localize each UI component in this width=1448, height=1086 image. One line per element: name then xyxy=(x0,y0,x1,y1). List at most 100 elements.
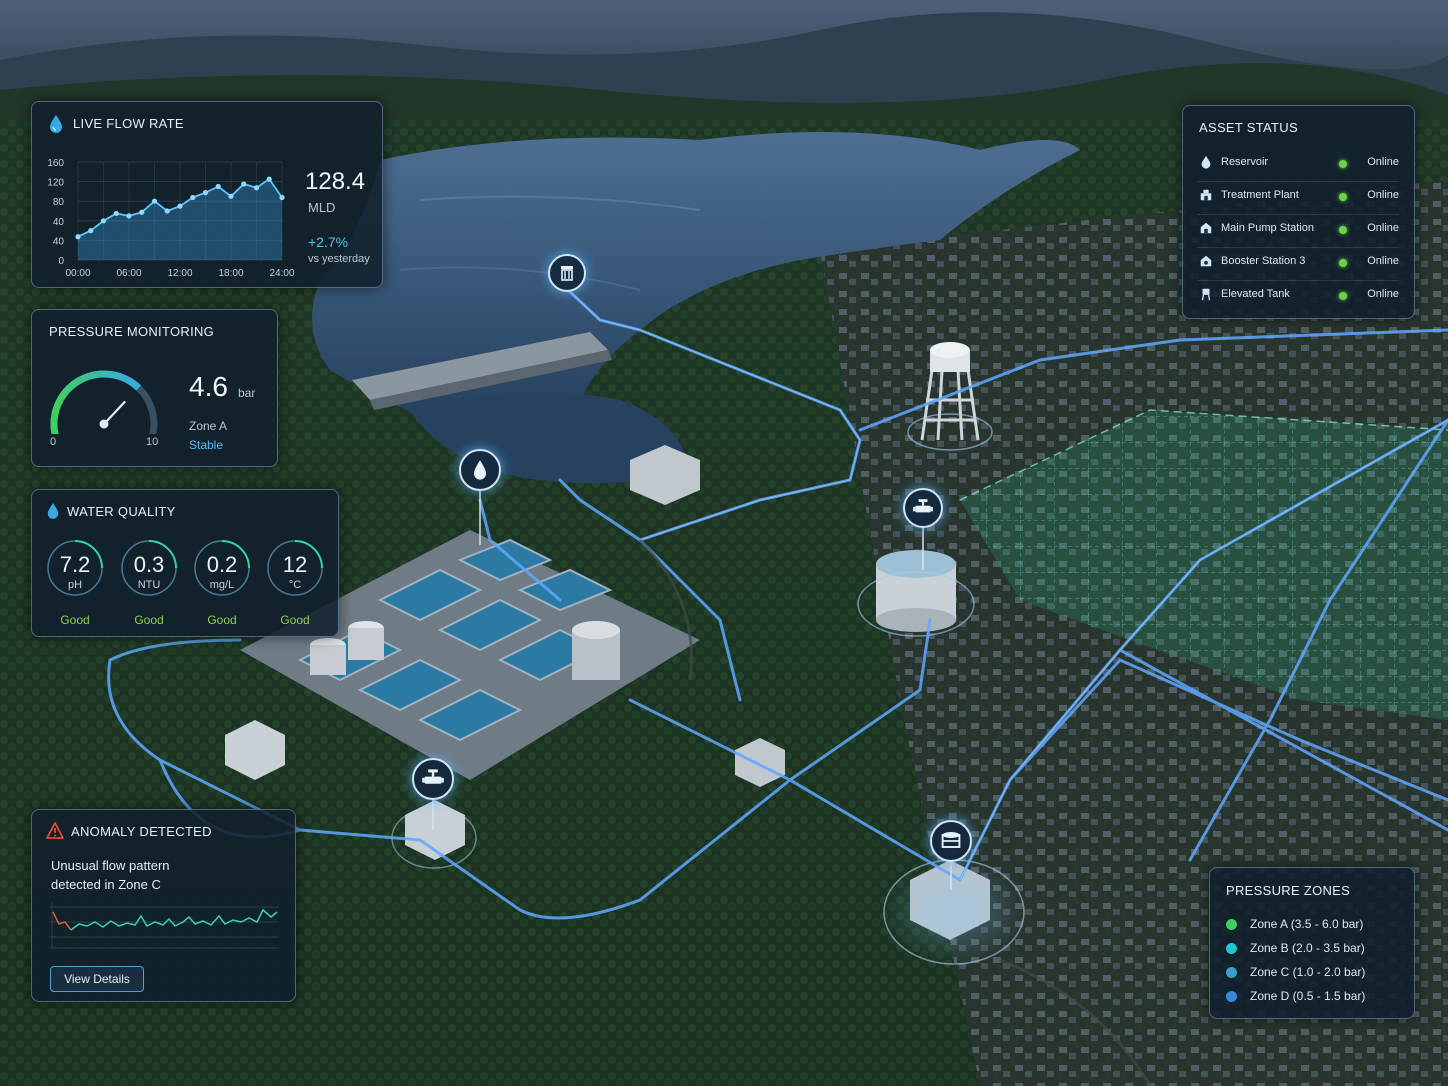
plant-icon xyxy=(1200,189,1212,201)
asset-status: Online xyxy=(1367,189,1399,201)
asset-status-panel: ASSET STATUS Reservoir Online Treatment … xyxy=(1182,105,1415,319)
gauge-min-label: 0 xyxy=(50,436,57,448)
online-indicator xyxy=(1339,226,1347,234)
y-tick-label: 0 xyxy=(58,256,64,267)
metric-unit: mg/L xyxy=(209,579,235,591)
online-indicator xyxy=(1339,292,1347,300)
view-details-button[interactable]: View Details xyxy=(50,966,144,992)
asset-status: Online xyxy=(1367,156,1399,168)
panel-title: PRESSURE ZONES xyxy=(1226,883,1351,898)
gauge-fill xyxy=(50,370,142,434)
metric-value: 0.3 xyxy=(133,552,165,577)
asset-status: Online xyxy=(1367,222,1399,234)
flow-value: 128.4 xyxy=(305,168,366,195)
online-indicator xyxy=(1339,259,1347,267)
x-tick-label: 24:00 xyxy=(269,268,294,279)
y-tick-label: 40 xyxy=(53,236,65,247)
y-tick-label: 80 xyxy=(53,197,65,208)
flow-point xyxy=(241,181,247,187)
water-quality-panel: WATER QUALITY 7.2 pH Good 0.3 NTU Good 0… xyxy=(31,489,339,637)
zone-color-swatch xyxy=(1226,943,1237,954)
zone-label: Zone D (0.5 - 1.5 bar) xyxy=(1250,989,1366,1003)
valve-icon xyxy=(422,769,444,784)
flow-change-note: vs yesterday xyxy=(308,253,370,265)
asset-name: Elevated Tank xyxy=(1221,288,1290,300)
anomaly-panel: ANOMALY DETECTED Unusual flow pattern de… xyxy=(31,809,296,1002)
reservoir-icon xyxy=(561,266,573,281)
asset-name: Main Pump Station xyxy=(1221,222,1314,234)
online-indicator xyxy=(1339,193,1347,201)
metric-unit: pH xyxy=(67,579,83,591)
anomaly-sparkline xyxy=(49,902,279,949)
flow-point xyxy=(215,183,221,190)
metric-status: Good xyxy=(207,613,237,627)
zone-label: Zone A (3.5 - 6.0 bar) xyxy=(1250,917,1364,931)
reservoir-marker[interactable] xyxy=(548,254,586,292)
asset-name: Booster Station 3 xyxy=(1221,255,1306,267)
y-tick-label: 160 xyxy=(47,158,64,169)
droplet-icon xyxy=(474,460,486,480)
panel-title: WATER QUALITY xyxy=(67,504,176,519)
booster-icon xyxy=(1200,255,1212,267)
zone-color-swatch xyxy=(1226,919,1237,930)
pump-station-marker[interactable] xyxy=(930,820,972,862)
flow-point xyxy=(177,203,183,209)
flow-point xyxy=(266,176,272,182)
panel-title: ASSET STATUS xyxy=(1199,120,1298,135)
asset-status: Online xyxy=(1367,255,1399,267)
metric-status: Good xyxy=(134,613,164,627)
flow-point xyxy=(88,228,94,234)
zone-label: Zone B (2.0 - 3.5 bar) xyxy=(1250,941,1365,955)
water-source-marker[interactable] xyxy=(459,449,501,491)
zone-color-swatch xyxy=(1226,967,1237,978)
x-tick-label: 00:00 xyxy=(65,268,90,279)
y-tick-label: 120 xyxy=(47,178,64,189)
pressure-monitoring-panel: PRESSURE MONITORING 0 10 4.6 bar Zone A … xyxy=(31,309,278,467)
droplet-icon xyxy=(47,503,59,519)
asset-row-booster-station-3[interactable]: Booster Station 3 Online xyxy=(1197,247,1399,281)
droplet-icon xyxy=(1201,155,1211,169)
flow-unit: MLD xyxy=(308,200,336,215)
asset-row-elevated-tank[interactable]: Elevated Tank Online xyxy=(1197,280,1399,313)
flow-change: +2.7% xyxy=(308,234,349,250)
asset-row-treatment-plant[interactable]: Treatment Plant Online xyxy=(1197,181,1399,215)
asset-row-main-pump-station[interactable]: Main Pump Station Online xyxy=(1197,214,1399,248)
pressure-value: 4.6 xyxy=(189,371,228,402)
flow-rate-chart: 160 120 80 40 40 000:00 06:00 12:00 18:00 24:00 xyxy=(47,158,295,279)
flow-point xyxy=(228,193,234,199)
flow-point xyxy=(151,198,158,204)
metric-status: Good xyxy=(280,613,310,627)
panel-title: PRESSURE MONITORING xyxy=(49,324,215,339)
anomaly-message-line1: Unusual flow pattern xyxy=(51,858,170,873)
valve-icon xyxy=(913,499,933,513)
online-indicator xyxy=(1339,160,1347,168)
panel-title: ANOMALY DETECTED xyxy=(71,824,212,839)
metric-value: 7.2 xyxy=(59,552,91,577)
zone-color-swatch xyxy=(1226,991,1237,1002)
tank-icon xyxy=(941,832,961,848)
metric-value: 12 xyxy=(282,552,308,577)
x-tick-label: 12:00 xyxy=(167,268,192,279)
warning-icon xyxy=(46,822,64,839)
flow-point xyxy=(100,218,107,224)
pressure-unit: bar xyxy=(238,386,256,400)
gauge-max-label: 10 xyxy=(146,436,159,448)
asset-row-reservoir[interactable]: Reservoir Online xyxy=(1197,148,1399,182)
gauge-hub xyxy=(99,419,109,429)
anomaly-message-line2: detected in Zone C xyxy=(51,877,161,892)
metric-status: Good xyxy=(60,613,90,627)
metric-unit: NTU xyxy=(137,579,161,591)
droplet-icon xyxy=(50,115,62,133)
flow-point xyxy=(279,194,285,201)
flow-point xyxy=(126,213,132,219)
pressure-state: Stable xyxy=(189,438,224,452)
intake-valve-marker[interactable] xyxy=(412,758,454,800)
pressure-zone: Zone A xyxy=(189,419,228,433)
y-tick-label: 40 xyxy=(53,217,65,228)
asset-name: Treatment Plant xyxy=(1221,189,1299,201)
storage-tank-valve-marker[interactable] xyxy=(903,488,943,528)
x-tick-label: 18:00 xyxy=(218,268,243,279)
flow-point xyxy=(164,208,170,214)
flow-point xyxy=(253,185,260,191)
tank-icon xyxy=(1201,288,1211,301)
